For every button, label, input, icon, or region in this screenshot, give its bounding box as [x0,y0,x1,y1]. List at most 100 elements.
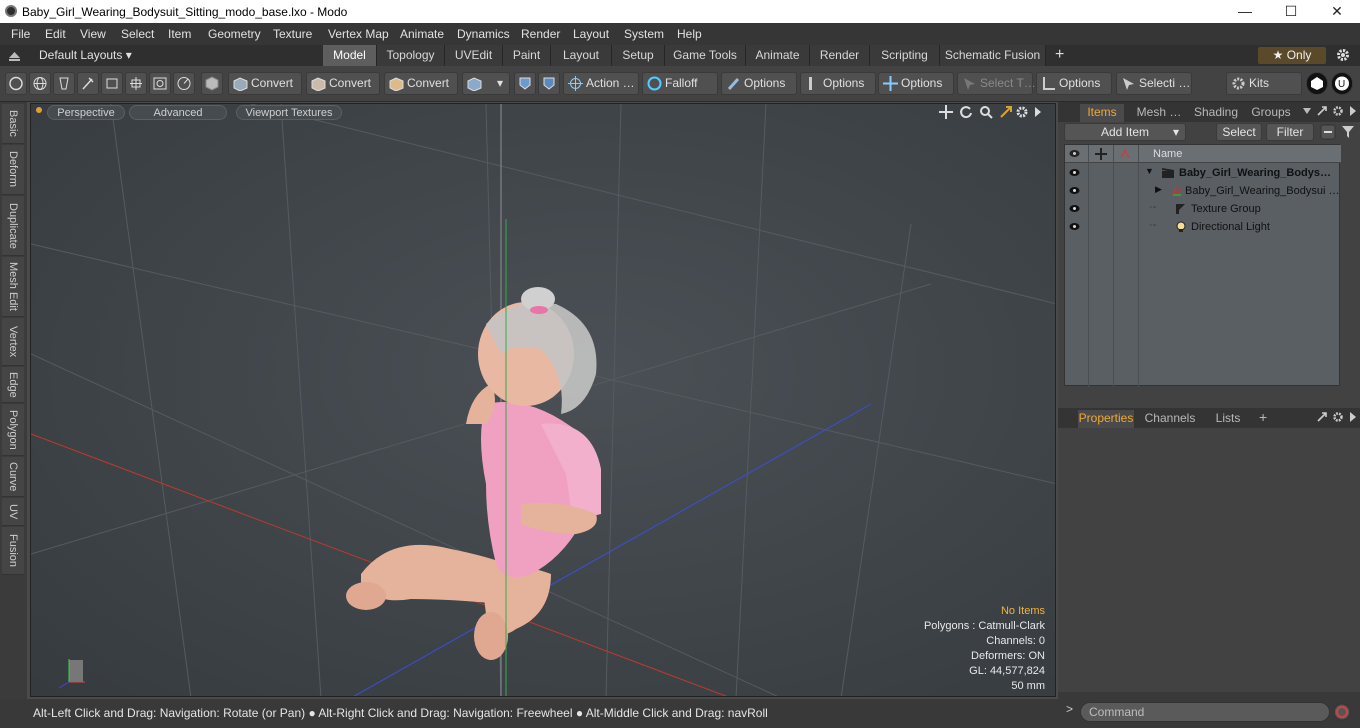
menu-system[interactable]: System [624,27,664,41]
maximize-viewport-icon[interactable] [999,105,1013,119]
3d-viewport[interactable]: Perspective Advanced Viewport Textures N… [30,103,1056,697]
tab-vertex[interactable]: Vertex [2,318,24,366]
tab-polygon[interactable]: Polygon [2,404,24,456]
tab-curve[interactable]: Curve [2,457,24,497]
tab-duplicate[interactable]: Duplicate [2,196,24,256]
pop-out-icon[interactable] [1316,411,1328,423]
name-column-header[interactable]: Name [1153,148,1182,160]
tab-mesh[interactable]: Mesh … [1132,104,1186,122]
item-row-texture-group[interactable]: ·‐ Texture Group [1065,200,1341,218]
expand-arrow-icon[interactable]: ▼ [1145,166,1154,176]
menu-help[interactable]: Help [677,27,702,41]
eye-icon[interactable] [1069,204,1080,213]
polygon-select-icon[interactable] [101,72,123,95]
falloff-button[interactable]: Falloff [642,72,718,95]
add-layout-tab-button[interactable]: + [1055,46,1064,64]
panel-arrow-icon[interactable] [1349,411,1357,423]
rotate-icon[interactable] [959,105,973,119]
tab-model[interactable]: Model [323,45,377,66]
unity-icon[interactable] [1306,72,1328,95]
eye-icon[interactable] [1069,186,1080,195]
convert-button-2[interactable]: Convert [306,72,380,95]
pivot-select-icon[interactable] [173,72,195,95]
convert-button-1[interactable]: Convert [228,72,302,95]
tab-setup[interactable]: Setup [612,45,665,66]
perspective-dropdown[interactable]: Perspective [47,105,125,120]
tab-animate[interactable]: Animate [746,45,810,66]
eye-icon[interactable] [1069,168,1080,177]
item-row-scene[interactable]: ▼ Baby_Girl_Wearing_Bodys… [1065,164,1341,182]
maximize-button[interactable]: ☐ [1268,0,1314,23]
unreal-icon[interactable]: U [1331,72,1353,95]
pan-icon[interactable] [939,105,953,119]
tab-channels[interactable]: Channels [1142,410,1198,428]
pop-out-icon[interactable] [1316,105,1328,117]
menu-vertex-map[interactable]: Vertex Map [328,27,389,41]
mesh-cube-icon[interactable] [201,72,223,95]
options-button-2[interactable]: Options [800,72,876,95]
item-row-directional-light[interactable]: ·‐ Directional Light [1065,218,1341,236]
snap-dropdown[interactable]: ▾ [462,72,510,95]
expand-arrow-icon[interactable]: ▶ [1155,184,1162,195]
advanced-dropdown[interactable]: Advanced [129,105,227,120]
zoom-icon[interactable] [979,105,993,119]
close-button[interactable]: ✕ [1314,0,1360,23]
tab-lists[interactable]: Lists [1206,410,1250,428]
tab-schematic-fusion[interactable]: Schematic Fusion [940,45,1046,66]
only-toggle[interactable]: ★ Only [1258,47,1326,64]
menu-render[interactable]: Render [521,27,560,41]
edge-select-icon[interactable] [53,72,75,95]
pen-select-icon[interactable] [77,72,99,95]
select-button[interactable]: Select [1216,123,1262,141]
tab-uv[interactable]: UV [2,498,24,526]
convert-button-3[interactable]: Convert [384,72,458,95]
menu-dynamics[interactable]: Dynamics [457,27,510,41]
item-select-icon[interactable] [125,72,147,95]
panel-gear-icon[interactable] [1332,411,1344,423]
menu-file[interactable]: File [11,27,30,41]
command-input[interactable]: Command [1080,702,1330,722]
menu-layout[interactable]: Layout [573,27,609,41]
options-button-4[interactable]: Options [1036,72,1112,95]
add-item-button[interactable]: Add Item ▾ [1064,123,1186,141]
funnel-icon[interactable] [1340,124,1356,140]
selection-sets-button[interactable]: Selecti … [1116,72,1192,95]
viewport-settings-icon[interactable] [1015,105,1029,119]
falloff-options-button[interactable]: Options [721,72,797,95]
tab-paint[interactable]: Paint [503,45,551,66]
tab-deform[interactable]: Deform [2,145,24,195]
filter-button[interactable]: Filter [1266,123,1314,141]
tab-edge[interactable]: Edge [2,367,24,403]
menu-view[interactable]: View [80,27,106,41]
tab-basic[interactable]: Basic [2,104,24,144]
item-row-mesh[interactable]: ▶ Baby_Girl_Wearing_Bodysui … [1065,182,1341,200]
tab-mesh-edit[interactable]: Mesh Edit [2,257,24,317]
viewport-menu-arrow-icon[interactable] [1033,106,1043,118]
menu-edit[interactable]: Edit [45,27,66,41]
viewport-textures-dropdown[interactable]: Viewport Textures [236,105,342,120]
tab-uvedit[interactable]: UVEdit [445,45,503,66]
tab-properties[interactable]: Properties [1078,410,1134,428]
menu-texture[interactable]: Texture [273,27,312,41]
tab-topology[interactable]: Topology [377,45,445,66]
tab-items[interactable]: Items [1080,104,1124,122]
tab-layout[interactable]: Layout [551,45,612,66]
tab-shading[interactable]: Shading [1190,104,1242,122]
symmetry-icon[interactable] [514,72,536,95]
panel-gear-icon[interactable] [1332,105,1344,117]
tab-groups[interactable]: Groups [1246,104,1296,122]
menu-animate[interactable]: Animate [400,27,444,41]
collapse-all-icon[interactable] [1320,124,1336,140]
tab-render[interactable]: Render [810,45,870,66]
options-button-3[interactable]: Options [878,72,954,95]
material-select-icon[interactable] [149,72,171,95]
tab-game-tools[interactable]: Game Tools [665,45,746,66]
menu-select[interactable]: Select [121,27,154,41]
globe-select-icon[interactable] [29,72,51,95]
tabs-overflow-icon[interactable] [1302,107,1312,115]
add-tab-button[interactable]: + [1259,409,1267,425]
workplane-icon[interactable] [538,72,560,95]
action-center-button[interactable]: Action … [563,72,639,95]
minimize-button[interactable]: — [1222,0,1268,23]
collapse-icon[interactable] [8,49,21,62]
